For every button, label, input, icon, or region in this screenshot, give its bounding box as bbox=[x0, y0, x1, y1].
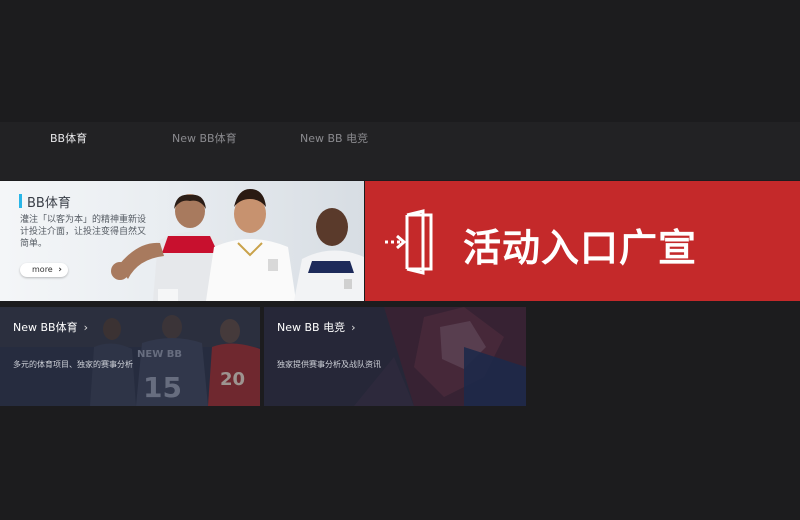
card-new-bb-esports[interactable]: New BB 电竞 › 独家提供赛事分析及战队资讯 bbox=[264, 307, 526, 406]
card-title-text: New BB 电竞 bbox=[277, 321, 346, 334]
chevron-right-icon: › bbox=[351, 321, 356, 334]
top-blank-area bbox=[0, 0, 800, 122]
card-title-text: New BB体育 bbox=[13, 321, 78, 334]
chevron-right-icon: › bbox=[83, 321, 88, 334]
tab-new-bb-sports[interactable]: New BB体育 bbox=[172, 130, 237, 146]
tab-new-bb-esports[interactable]: New BB 电竞 bbox=[300, 130, 368, 146]
promo-banner[interactable]: 活动入口广宣 bbox=[365, 181, 800, 301]
chevron-right-icon: › bbox=[58, 265, 62, 275]
tab-bb-sports[interactable]: BB体育 bbox=[50, 130, 87, 146]
football-players-image bbox=[111, 189, 364, 301]
more-label: more bbox=[32, 265, 53, 274]
more-button[interactable]: more › bbox=[20, 263, 68, 277]
card-title: New BB体育 › bbox=[13, 319, 88, 335]
promo-banner-text: 活动入口广宣 bbox=[463, 226, 698, 270]
card-description: 独家提供赛事分析及战队资讯 bbox=[277, 360, 381, 369]
tab-bar: BB体育 New BB体育 New BB 电竞 bbox=[0, 122, 800, 180]
enter-door-icon bbox=[385, 209, 433, 275]
sports-banner-title: BB体育 bbox=[27, 196, 71, 211]
title-accent-bar bbox=[19, 194, 22, 208]
card-new-bb-sports[interactable]: NEW BB 15 20 New BB体育 › 多元的体育项目、独家的赛事分析 bbox=[0, 307, 260, 406]
card-description: 多元的体育项目、独家的赛事分析 bbox=[13, 360, 133, 369]
sports-banner[interactable]: BB体育 灌注「以客为本」的精神重新设计投注介面，让投注变得自然又简单。 mor… bbox=[0, 181, 364, 301]
card-title: New BB 电竞 › bbox=[277, 319, 356, 335]
